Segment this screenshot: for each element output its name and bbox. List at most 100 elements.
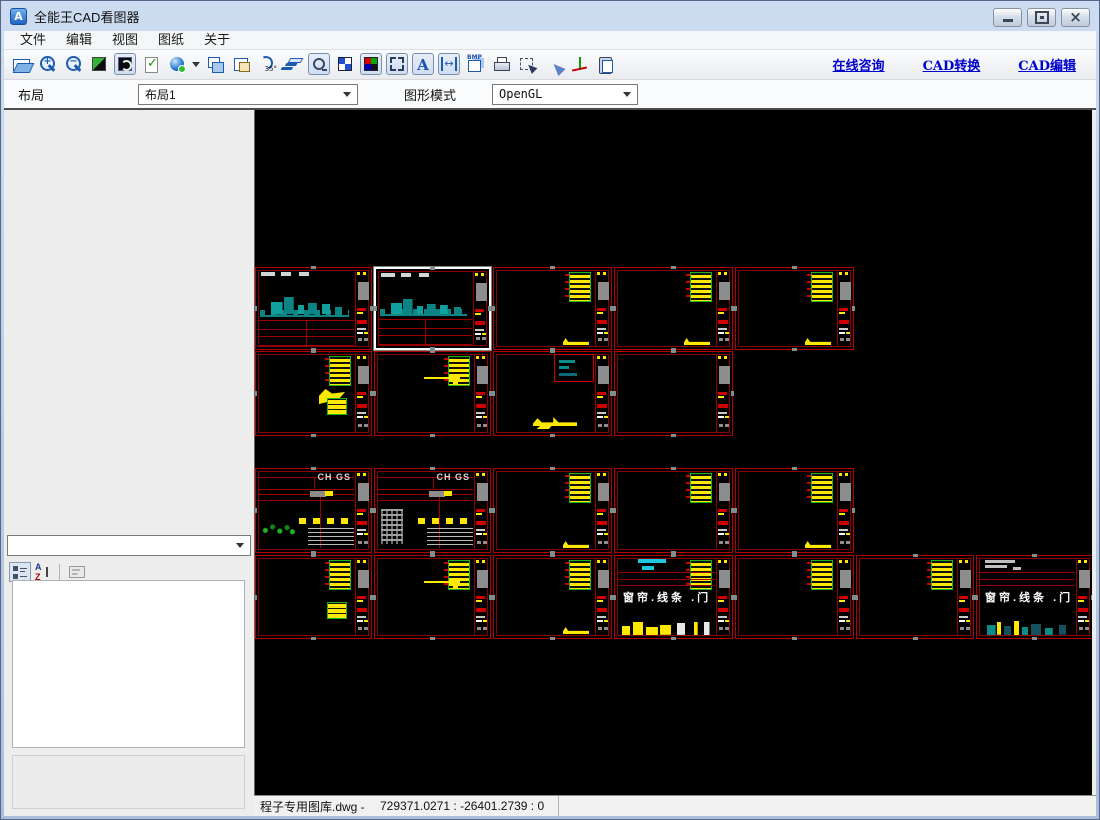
- paste-view-icon[interactable]: [230, 53, 252, 75]
- black-background-icon[interactable]: [114, 53, 136, 76]
- table-graphic: [807, 272, 833, 303]
- property-list[interactable]: [12, 580, 245, 749]
- iconsmulti-graphic: [985, 620, 1072, 636]
- drawing-sheet-s15[interactable]: [255, 554, 373, 641]
- export-bmp-icon[interactable]: [464, 53, 486, 75]
- zoom-out-icon[interactable]: [62, 53, 84, 75]
- select-cursor-icon[interactable]: [542, 53, 564, 75]
- layout-select[interactable]: 布局1: [138, 83, 358, 105]
- layers-icon[interactable]: [282, 53, 304, 75]
- link-online-consult[interactable]: 在线咨询: [833, 55, 885, 74]
- strip-graphic: [595, 558, 609, 637]
- render-mode-icon[interactable]: [166, 53, 188, 75]
- drawing-sheet-s1[interactable]: [255, 266, 373, 352]
- measure-icon[interactable]: [438, 53, 460, 76]
- maximize-button[interactable]: [1027, 7, 1056, 27]
- open-file-icon[interactable]: [10, 53, 32, 75]
- vline-graphic: [429, 491, 453, 549]
- status-coordinates: 729371.0271 : -26401.2739 : 0: [374, 796, 560, 817]
- invert-background-icon[interactable]: [88, 53, 110, 75]
- strip-graphic: [355, 354, 369, 434]
- drawing-sheet-s5[interactable]: [734, 266, 855, 352]
- strip-graphic: [716, 270, 730, 348]
- drawing-sheet-s19[interactable]: [734, 554, 855, 641]
- drawing-sheet-s9[interactable]: [613, 350, 734, 438]
- render-mode-dropdown-icon[interactable]: [190, 53, 202, 75]
- sheet-label: 窗帘.线条 .门: [985, 591, 1074, 604]
- drawing-sheet-s10[interactable]: CH GS: [255, 467, 373, 555]
- strip-graphic: [716, 354, 730, 434]
- object-select[interactable]: [7, 535, 251, 557]
- ybottom-graphic: [684, 338, 710, 346]
- menu-item-file[interactable]: 文件: [10, 30, 56, 49]
- copy-view-icon[interactable]: [204, 53, 226, 75]
- hatch-graphic: [308, 528, 354, 549]
- link-cad-convert[interactable]: CAD转换: [923, 55, 981, 74]
- drawing-sheet-s8[interactable]: [492, 350, 613, 438]
- layout-label: 布局: [18, 87, 45, 103]
- print-icon[interactable]: [490, 53, 512, 75]
- strip-graphic: [716, 558, 730, 637]
- drawing-sheet-s20[interactable]: [855, 554, 975, 641]
- split-view-icon[interactable]: [334, 53, 356, 75]
- categorized-icon[interactable]: [9, 562, 31, 583]
- iconsyellow-graphic: [620, 621, 712, 636]
- strip-graphic: [957, 558, 971, 637]
- close-button[interactable]: [1061, 7, 1090, 27]
- check-drawing-icon[interactable]: [140, 53, 162, 75]
- table-graphic: [565, 473, 591, 504]
- sheet-label: CH GS: [436, 472, 470, 483]
- status-bar: 程子专用图库.dwg - 729371.0271 : -26401.2739 :…: [254, 795, 1096, 817]
- wtext-graphic: [381, 273, 433, 279]
- drawing-sheet-s18[interactable]: 窗帘.线条 .门: [613, 554, 734, 641]
- circle-mark-icon[interactable]: [308, 53, 330, 76]
- menu-item-about[interactable]: 关于: [194, 30, 240, 49]
- drawing-sheet-s12[interactable]: [492, 467, 613, 555]
- app-icon: [10, 7, 27, 25]
- minimize-button[interactable]: [993, 7, 1022, 27]
- graphics-mode-select[interactable]: OpenGL: [492, 83, 638, 105]
- menu-bar: 文件 编辑 视图 图纸 关于: [4, 30, 1096, 50]
- application-window: 全能王CAD看图器 文件编辑视图图纸关于 在线咨询 CAD转换 CAD编辑 布局 布…: [0, 0, 1100, 820]
- menu-item-sheet[interactable]: 图纸: [148, 30, 194, 49]
- status-filename: 程子专用图库.dwg -: [260, 799, 365, 814]
- table-graphic: [444, 356, 470, 387]
- drawing-sheet-s4[interactable]: [613, 266, 734, 352]
- ybottom-graphic: [805, 338, 831, 346]
- cad-canvas[interactable]: CH GS CH GS 窗帘.线条 .门 窗帘.线条 .门: [254, 110, 1092, 796]
- ucs-axes-icon[interactable]: [568, 53, 590, 75]
- zoom-window-icon[interactable]: [516, 53, 538, 75]
- drawing-sheet-s13[interactable]: [613, 467, 734, 555]
- sort-alphabetical-icon[interactable]: [31, 562, 53, 583]
- table-graphic: [807, 560, 833, 591]
- clipboard-icon[interactable]: [594, 53, 616, 75]
- drawing-sheet-s21[interactable]: 窗帘.线条 .门: [975, 554, 1092, 641]
- zoom-in-icon[interactable]: [36, 53, 58, 75]
- chevron-down-icon: [623, 91, 631, 101]
- strip-graphic: [1076, 558, 1090, 637]
- drawing-sheet-s7[interactable]: [373, 350, 492, 438]
- drawing-sheet-s6[interactable]: [255, 350, 373, 438]
- drawing-sheet-s3[interactable]: [492, 266, 613, 352]
- menu-item-edit[interactable]: 编辑: [56, 30, 102, 49]
- rotate-35-icon[interactable]: [256, 53, 278, 75]
- drawing-sheet-s11[interactable]: CH GS: [373, 467, 492, 555]
- drawing-sheet-s16[interactable]: [373, 554, 492, 641]
- description-panel: [12, 755, 245, 810]
- color-squares-icon[interactable]: [360, 53, 382, 76]
- strip-graphic: [837, 471, 851, 551]
- link-cad-edit[interactable]: CAD编辑: [1018, 55, 1076, 74]
- menu-item-view[interactable]: 视图: [102, 30, 148, 49]
- fit-view-icon[interactable]: [386, 53, 408, 76]
- drawing-sheet-s14[interactable]: [734, 467, 855, 555]
- table-graphic: [325, 560, 351, 591]
- drawing-graphic: [380, 292, 467, 317]
- ymarkrow-graphic: [299, 518, 351, 525]
- text-display-icon[interactable]: [412, 53, 434, 76]
- layout-select-value: 布局1: [145, 87, 176, 102]
- drawing-sheet-s17[interactable]: [492, 554, 613, 641]
- strip-graphic: [473, 271, 487, 347]
- title-bar: 全能王CAD看图器: [4, 2, 1096, 31]
- redbox-graphic: [554, 354, 594, 383]
- drawing-sheet-s2[interactable]: [374, 267, 491, 351]
